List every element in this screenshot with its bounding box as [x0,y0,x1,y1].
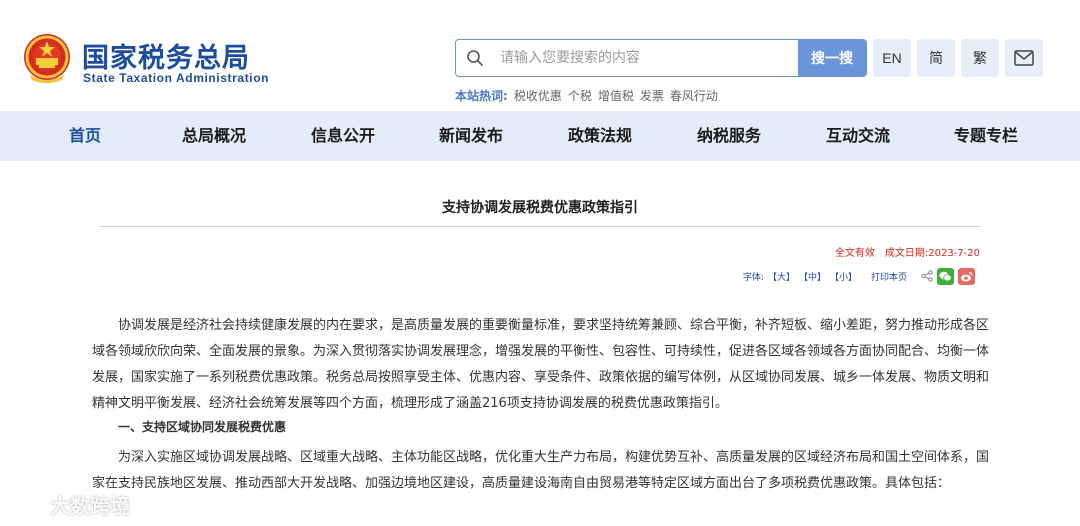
nav-item-news[interactable]: 新闻发布 [439,111,503,161]
issue-date: 成文日期:2023-7-20 [884,248,980,259]
logo-title-cn: 国家税务总局 [82,43,250,74]
lang-traditional-button[interactable]: 繁 [961,39,999,77]
mail-button[interactable] [1005,39,1043,77]
national-emblem-icon [24,34,70,83]
hotword-link[interactable]: 个税 [568,87,592,104]
share-icon[interactable] [921,270,933,282]
search-box: 搜一搜 [455,39,867,77]
article-meta: 全文有效 成文日期:2023-7-20 [835,244,980,259]
watermark-logo-icon [9,494,45,514]
search-button[interactable]: 搜一搜 [798,40,866,76]
nav-item-overview[interactable]: 总局概况 [182,111,246,161]
logo-title-en: State Taxation Administration [83,71,270,85]
font-medium-button[interactable]: 【中】 [799,270,826,283]
nav-item-tax-service[interactable]: 纳税服务 [697,111,761,161]
hotword-link[interactable]: 增值税 [598,87,634,104]
paragraph-text: 为深入实施区域协调发展战略、区域重大战略、主体功能区战略，优化重大生产力布局，构… [92,450,990,491]
article-paragraph: 协调发展是经济社会持续健康发展的内在要求，是高质量发展的重要衡量标准，要求坚持统… [92,313,992,417]
article-tools: 字体: 【大】 【中】 【小】 打印本页 [743,266,975,286]
watermark-text: 大数跨境 [50,494,130,518]
font-large-button[interactable]: 【大】 [768,270,795,283]
article-title: 支持协调发展税费优惠政策指引 [442,200,638,216]
weibo-share-icon[interactable] [958,267,975,285]
hotwords-bar: 本站热词: 税收优惠 个税 增值税 发票 春风行动 [455,87,718,104]
font-small-button[interactable]: 【小】 [830,270,857,283]
mail-icon [1014,50,1034,66]
hotwords-title: 本站热词: [455,89,508,103]
paragraph-text: 协调发展是经济社会持续健康发展的内在要求，是高质量发展的重要衡量标准，要求坚持统… [92,318,990,411]
hotword-link[interactable]: 发票 [640,87,664,104]
validity-status: 全文有效 [834,248,875,259]
article-paragraph: 为深入实施区域协调发展战略、区域重大战略、主体功能区战略，优化重大生产力布局，构… [92,445,992,497]
nav-item-home[interactable]: 首页 [69,111,101,161]
hotword-link[interactable]: 春风行动 [670,87,718,104]
lang-en-button[interactable]: EN [873,39,911,77]
search-icon [467,50,483,66]
hotword-link[interactable]: 税收优惠 [514,87,562,104]
wechat-share-icon[interactable] [937,267,954,285]
lang-simplified-button[interactable]: 简 [917,39,955,77]
nav-item-interaction[interactable]: 互动交流 [826,111,890,161]
watermark: 大数跨境 [8,490,130,519]
main-nav: 首页 总局概况 信息公开 新闻发布 政策法规 纳税服务 互动交流 专题专栏 [0,111,1080,161]
font-size-label: 字体: [742,272,764,283]
nav-item-policy[interactable]: 政策法规 [568,111,632,161]
search-input[interactable] [500,40,796,76]
print-button[interactable]: 打印本页 [871,270,907,283]
title-divider [100,226,980,227]
section-heading: 一、支持区域协同发展税费优惠 [118,420,287,434]
nav-item-info-disclosure[interactable]: 信息公开 [311,111,375,161]
nav-item-special-topics[interactable]: 专题专栏 [954,111,1018,161]
